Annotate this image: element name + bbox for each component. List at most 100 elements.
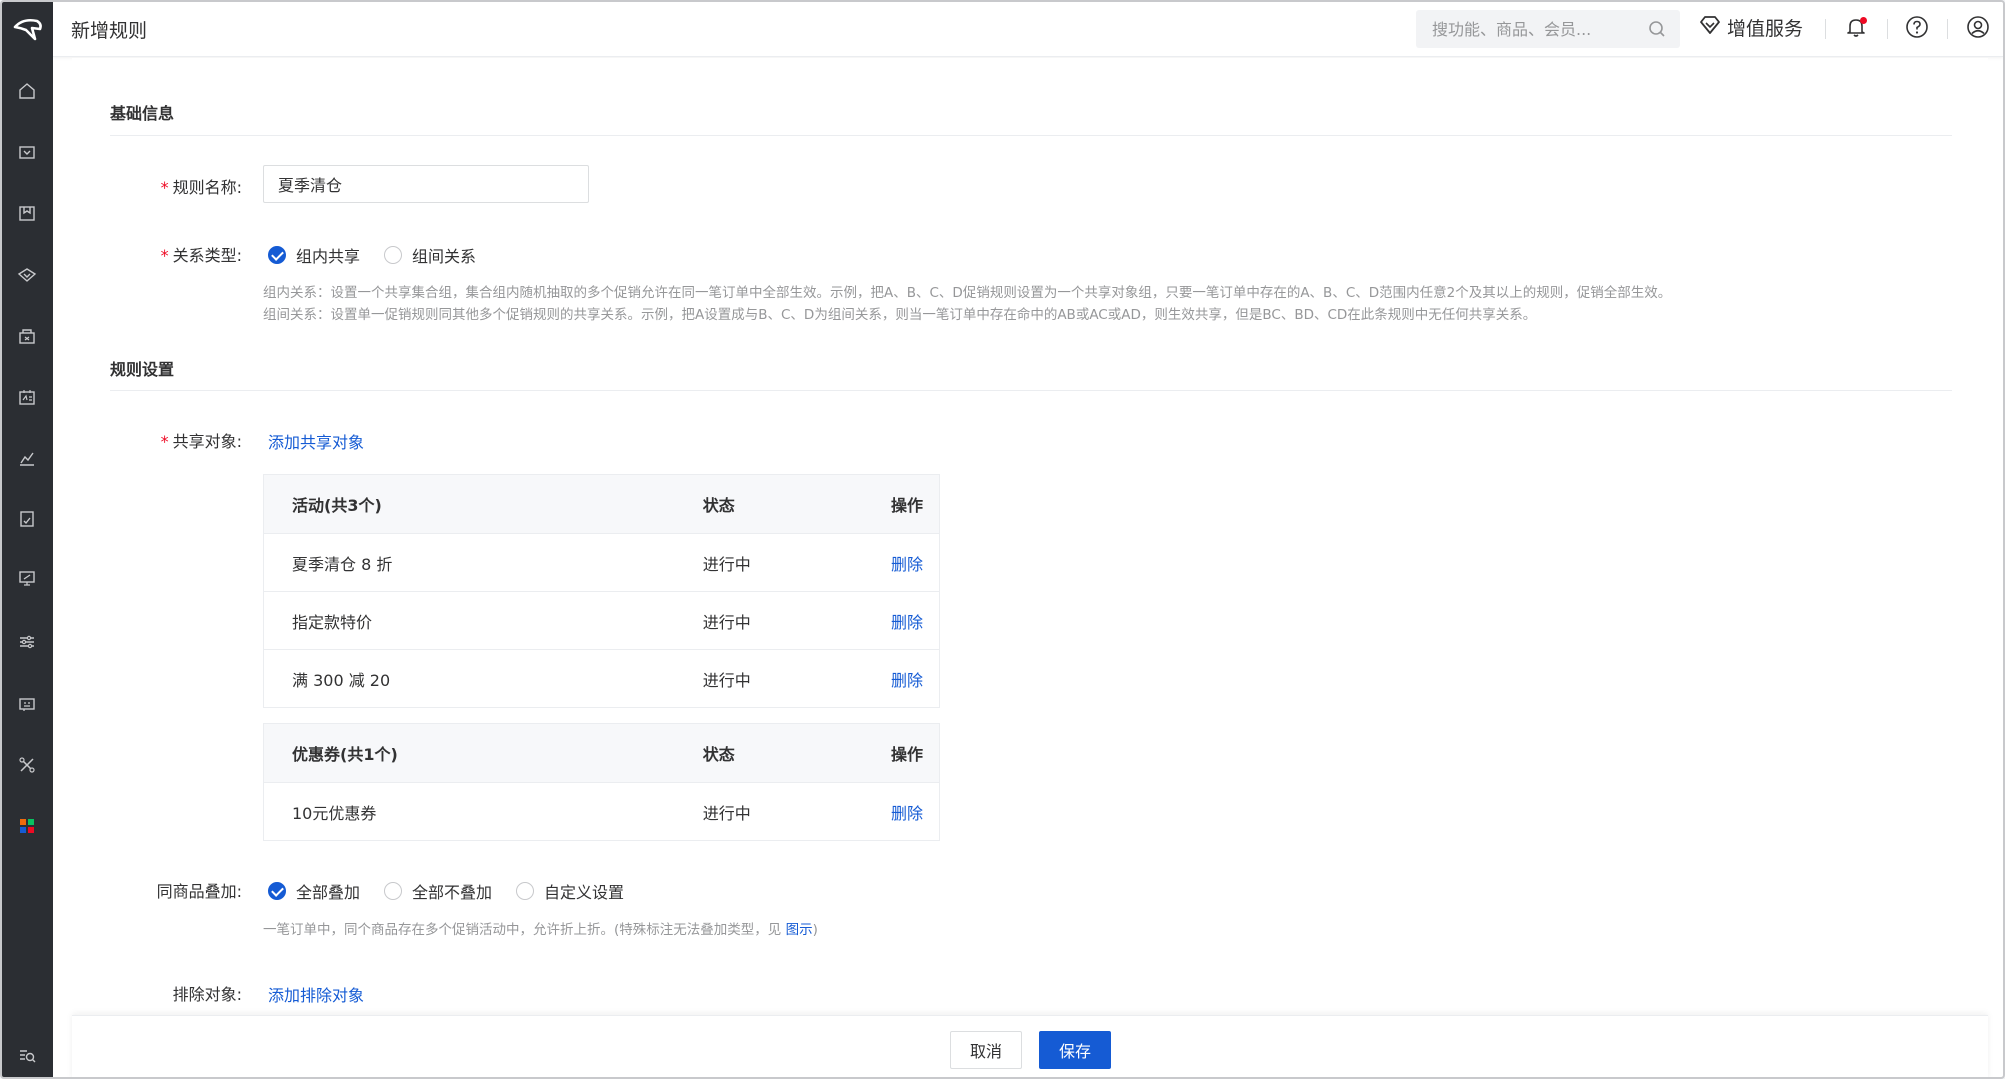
- column-header-status: 状态: [702, 745, 735, 764]
- column-header-status: 状态: [702, 496, 735, 515]
- search-icon[interactable]: [1648, 20, 1666, 42]
- illustration-link[interactable]: 图示: [786, 922, 813, 938]
- activity-table: 活动(共3个) 状态 操作 夏季清仓 8 折 进行中 删除 指定款特价 进行中 …: [263, 474, 940, 708]
- delete-button[interactable]: 删除: [891, 804, 923, 823]
- apps-icon[interactable]: [14, 813, 40, 839]
- table-row: 夏季清仓 8 折 进行中 删除: [264, 533, 939, 591]
- radio-in-group-share[interactable]: 组内共享: [268, 243, 360, 267]
- notification-dot: [1860, 17, 1867, 24]
- goods-icon[interactable]: [14, 200, 40, 226]
- table-row: 指定款特价 进行中 删除: [264, 591, 939, 649]
- table-row: 10元优惠券 进行中 删除: [264, 782, 939, 840]
- top-header: 新增规则 增值服务: [53, 2, 2003, 57]
- message-icon[interactable]: [14, 691, 40, 717]
- divider: [110, 135, 1952, 136]
- header-separator: [1947, 19, 1948, 39]
- column-header-coupon: 优惠券(共1个): [292, 745, 398, 764]
- stack-help-body: 一笔订单中，同个商品存在多个促销活动中，允许折上折。(特殊标注无法叠加类型，见: [263, 922, 782, 938]
- global-search[interactable]: [1416, 10, 1680, 48]
- relation-type-label-text: 关系类型:: [172, 246, 242, 265]
- exclude-target-label: 排除对象:: [172, 985, 242, 1004]
- settings-icon[interactable]: [14, 629, 40, 655]
- required-mark: *: [160, 432, 169, 451]
- column-header-action: 操作: [891, 496, 924, 515]
- radio-label: 全部不叠加: [412, 883, 493, 902]
- section-title-basic: 基础信息: [110, 104, 175, 123]
- tools-icon[interactable]: [14, 752, 40, 778]
- radio-unchecked-icon: [384, 246, 403, 264]
- radio-unchecked-icon: [384, 882, 403, 900]
- main-content: 基础信息 *规则名称: *关系类型: 组内共享 组间关系 组内关系：设置一个共享…: [72, 58, 1988, 1077]
- logo-icon[interactable]: [2, 2, 53, 57]
- radio-label: 组内共享: [296, 247, 361, 266]
- relation-help-line1: 组内关系：设置一个共享集合组，集合组内随机抽取的多个促销允许在同一笔订单中全部生…: [263, 285, 1672, 301]
- column-header-action: 操作: [891, 745, 924, 764]
- marketing-icon[interactable]: [14, 565, 40, 591]
- delete-button[interactable]: 删除: [891, 613, 923, 632]
- home-icon[interactable]: [14, 78, 40, 104]
- help-button[interactable]: [1903, 15, 1931, 43]
- delete-button[interactable]: 删除: [891, 555, 923, 574]
- rule-name-label: * 规则名称:: [72, 174, 242, 198]
- cancel-button[interactable]: 取消: [950, 1031, 1022, 1069]
- table-row: 满 300 减 20 进行中 删除: [264, 649, 939, 707]
- header-separator: [1825, 19, 1826, 39]
- search-input[interactable]: [1432, 19, 1632, 39]
- delete-button[interactable]: 删除: [891, 671, 923, 690]
- radio-checked-icon: [268, 246, 286, 264]
- radio-stack-all[interactable]: 全部叠加: [268, 879, 360, 903]
- rule-name-label-text: 规则名称:: [172, 178, 242, 197]
- member-card-icon[interactable]: [14, 384, 40, 410]
- radio-label: 全部叠加: [296, 883, 361, 902]
- user-icon: [1966, 15, 1990, 43]
- sidebar: [2, 2, 53, 1077]
- search-menu-icon[interactable]: [14, 1042, 40, 1068]
- stack-radio-group: 全部叠加 全部不叠加 自定义设置: [268, 879, 648, 903]
- data-icon[interactable]: [14, 445, 40, 471]
- section-title-rule-settings: 规则设置: [110, 360, 175, 379]
- activity-name: 满 300 减 20: [292, 670, 391, 690]
- coupon-table: 优惠券(共1个) 状态 操作 10元优惠券 进行中 删除: [263, 723, 940, 841]
- value-added-services-label: 增值服务: [1727, 18, 1804, 40]
- table-header-row: 活动(共3个) 状态 操作: [264, 475, 939, 533]
- page-title: 新增规则: [71, 20, 148, 42]
- divider: [110, 390, 1952, 391]
- required-mark: *: [160, 178, 169, 197]
- help-icon: [1905, 15, 1929, 43]
- activity-name: 夏季清仓 8 折: [292, 554, 393, 574]
- finance-icon[interactable]: [14, 506, 40, 532]
- radio-stack-custom[interactable]: 自定义设置: [516, 879, 624, 903]
- stack-label: 同商品叠加:: [156, 882, 242, 901]
- stack-help-text: 一笔订单中，同个商品存在多个促销活动中，允许折上折。(特殊标注无法叠加类型，见 …: [263, 919, 818, 941]
- relation-type-radio-group: 组内共享 组间关系: [268, 243, 500, 267]
- add-exclude-target-link[interactable]: 添加排除对象: [268, 982, 364, 1006]
- radio-stack-none[interactable]: 全部不叠加: [384, 879, 492, 903]
- activity-name: 指定款特价: [292, 612, 373, 632]
- app-window: 新增规则 增值服务: [0, 0, 2005, 1079]
- radio-label: 自定义设置: [544, 883, 625, 902]
- orders-icon[interactable]: [14, 262, 40, 288]
- add-share-target-link[interactable]: 添加共享对象: [268, 429, 364, 453]
- customers-icon[interactable]: [14, 323, 40, 349]
- activity-status: 进行中: [702, 612, 751, 632]
- share-target-label-text: 共享对象:: [172, 432, 242, 451]
- share-target-label: * 共享对象:: [72, 428, 242, 452]
- radio-between-group[interactable]: 组间关系: [384, 243, 476, 267]
- save-button[interactable]: 保存: [1039, 1031, 1111, 1069]
- account-button[interactable]: [1964, 15, 1992, 43]
- radio-unchecked-icon: [516, 882, 535, 900]
- rule-name-input[interactable]: [263, 165, 589, 203]
- diamond-icon: [1699, 15, 1721, 40]
- relation-type-label: * 关系类型:: [72, 242, 242, 266]
- required-mark: *: [160, 246, 169, 265]
- store-icon[interactable]: [14, 139, 40, 165]
- table-header-row: 优惠券(共1个) 状态 操作: [264, 724, 939, 782]
- footer-actions: 取消 保存: [72, 1015, 1988, 1077]
- column-header-activity: 活动(共3个): [292, 496, 382, 515]
- header-separator: [1887, 19, 1888, 39]
- radio-label: 组间关系: [412, 247, 477, 266]
- notification-button[interactable]: [1842, 15, 1870, 43]
- activity-status: 进行中: [702, 670, 751, 690]
- activity-status: 进行中: [702, 554, 751, 574]
- value-added-services-button[interactable]: 增值服务: [1699, 14, 1803, 41]
